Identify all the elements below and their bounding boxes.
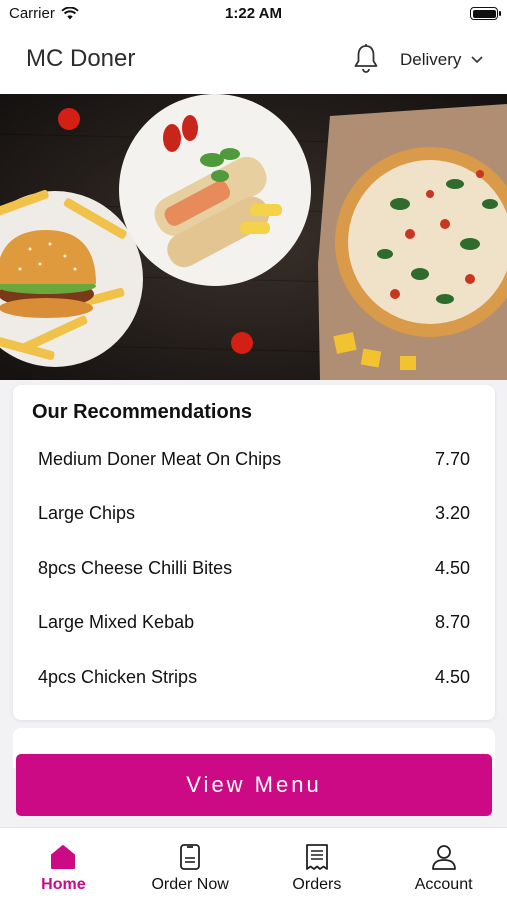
home-icon	[51, 845, 76, 869]
bottom-tab-bar: Home Order Now Orders Account	[0, 827, 507, 900]
account-icon	[431, 845, 456, 870]
app-header: MC Doner Delivery	[0, 28, 507, 94]
item-price: 7.70	[434, 448, 470, 469]
bell-icon[interactable]	[351, 43, 381, 75]
battery-icon	[470, 7, 501, 20]
item-price: 4.50	[434, 557, 470, 578]
app-title: MC Doner	[26, 45, 136, 72]
view-menu-button[interactable]: View Menu	[16, 754, 492, 816]
tab-order-now[interactable]: Order Now	[127, 828, 254, 900]
recommendation-item[interactable]: 8pcs Cheese Chilli Bites 4.50	[13, 541, 495, 596]
delivery-selector[interactable]: Delivery	[400, 50, 483, 70]
tab-label: Orders	[292, 876, 342, 893]
recommendations-title: Our Recommendations	[32, 401, 253, 423]
clock: 1:22 AM	[225, 5, 282, 22]
item-price: 4.50	[434, 666, 470, 687]
recommendation-item[interactable]: Large Mixed Kebab 8.70	[13, 596, 495, 651]
order-icon	[180, 844, 201, 870]
tab-account[interactable]: Account	[380, 828, 507, 900]
chevron-down-icon	[471, 56, 483, 64]
item-price: 3.20	[434, 503, 470, 524]
item-price: 8.70	[434, 612, 470, 633]
delivery-label: Delivery	[400, 50, 462, 69]
item-name: Large Chips	[38, 503, 136, 524]
food-illustration	[0, 94, 507, 380]
receipt-icon	[305, 844, 328, 870]
recommendations-card: Our Recommendations Medium Doner Meat On…	[13, 385, 495, 720]
item-name: 8pcs Cheese Chilli Bites	[38, 557, 233, 578]
recommendation-item[interactable]: Medium Doner Meat On Chips 7.70	[13, 432, 495, 487]
recommendations-list: Medium Doner Meat On Chips 7.70 Large Ch…	[13, 432, 495, 705]
recommendation-item[interactable]: Large Chips 3.20	[13, 487, 495, 542]
tab-home[interactable]: Home	[0, 828, 127, 900]
tab-label: Account	[414, 876, 473, 893]
hero-banner-image	[0, 94, 507, 380]
status-bar: Carrier 1:22 AM	[0, 0, 507, 28]
item-name: 4pcs Chicken Strips	[38, 666, 198, 687]
item-name: Medium Doner Meat On Chips	[38, 448, 282, 469]
tab-label: Home	[41, 876, 86, 893]
tab-orders[interactable]: Orders	[254, 828, 381, 900]
item-name: Large Mixed Kebab	[38, 612, 195, 633]
recommendation-item[interactable]: 4pcs Chicken Strips 4.50	[13, 650, 495, 705]
tab-label: Order Now	[151, 876, 229, 893]
